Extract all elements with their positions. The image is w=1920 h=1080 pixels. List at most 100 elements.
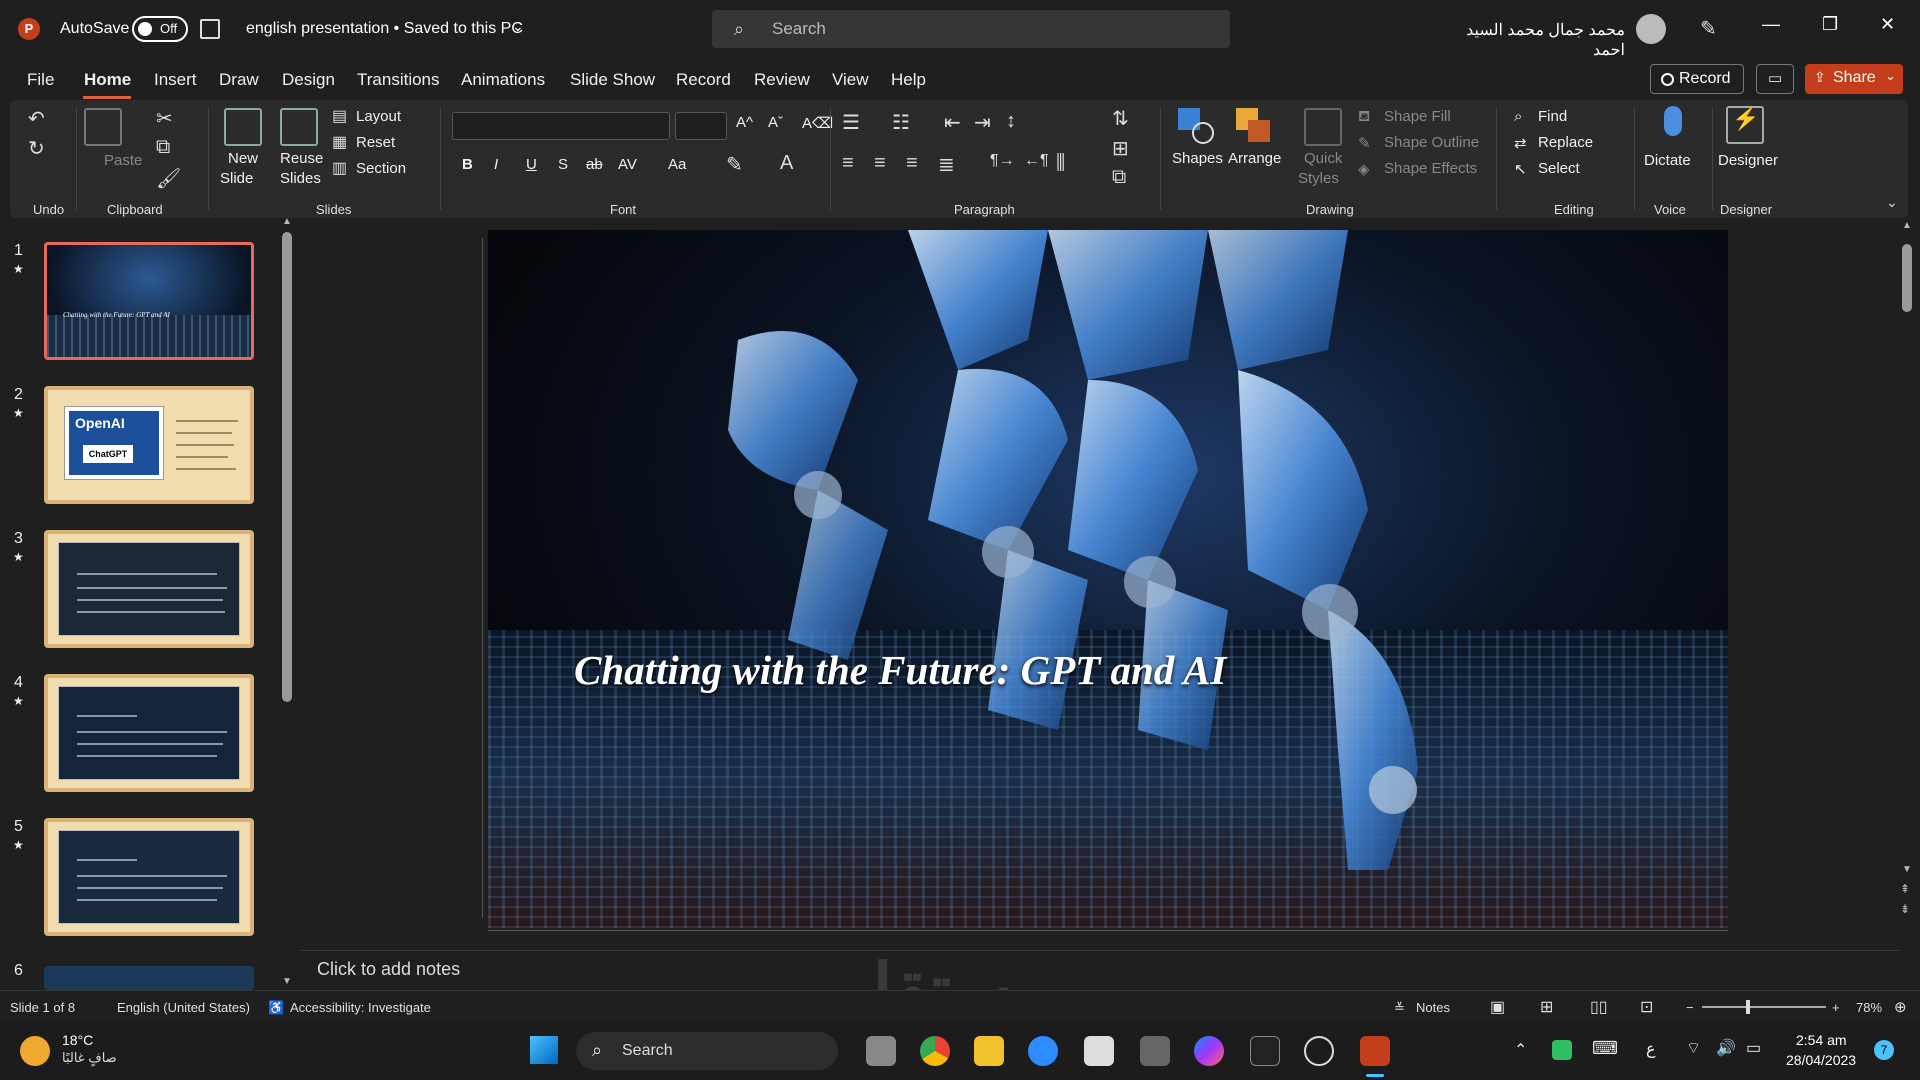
accessibility-status[interactable]: Accessibility: Investigate (290, 1000, 431, 1015)
media-player-icon[interactable] (1304, 1036, 1334, 1066)
tab-insert[interactable]: Insert (154, 70, 197, 90)
save-icon[interactable] (200, 19, 220, 39)
slide-thumbnail-3[interactable] (44, 530, 254, 648)
fit-slide-icon[interactable]: ⊕ (1894, 998, 1907, 1016)
slide-sorter-icon[interactable]: ⊞ (1540, 997, 1553, 1017)
epic-games-icon[interactable] (1250, 1036, 1280, 1066)
align-left-icon[interactable]: ≡ (842, 152, 854, 175)
redo-icon[interactable]: ↻ (28, 136, 45, 161)
quick-styles-icon[interactable] (1304, 108, 1342, 146)
normal-view-icon[interactable]: ▣ (1490, 997, 1505, 1017)
tab-design[interactable]: Design (282, 70, 335, 90)
scroll-down-icon[interactable]: ▼ (1902, 864, 1912, 875)
designer-button[interactable]: Designer (1718, 152, 1778, 169)
decrease-font-icon[interactable]: Aˇ (768, 114, 783, 131)
dictate-button[interactable]: Dictate (1644, 152, 1691, 169)
search-input[interactable]: ⌕ Search (712, 10, 1230, 48)
notes-placeholder[interactable]: Click to add notes (317, 959, 460, 980)
reset-icon[interactable]: ▦ (332, 132, 347, 152)
zoom-level[interactable]: 78% (1856, 1000, 1882, 1015)
temperature[interactable]: 18°C (62, 1032, 93, 1048)
replace-button[interactable]: Replace (1538, 134, 1593, 151)
undo-icon[interactable]: ↶ (28, 106, 45, 131)
new-slide-label-2[interactable]: Slide (220, 170, 253, 187)
zoom-in-icon[interactable]: + (1832, 1000, 1840, 1015)
clock-time[interactable]: 2:54 am (1796, 1032, 1847, 1048)
clear-formatting-icon[interactable]: A⌫ (802, 114, 833, 132)
section-icon[interactable]: ▥ (332, 158, 347, 178)
designer-icon[interactable]: ⚡ (1726, 106, 1764, 144)
slide-thumbnail-2[interactable]: OpenAI ChatGPT (44, 386, 254, 504)
task-view-icon[interactable] (866, 1036, 896, 1066)
arrange-button[interactable]: Arrange (1228, 150, 1281, 167)
pencil-icon[interactable]: ✎ (1358, 134, 1371, 152)
select-button[interactable]: Select (1538, 160, 1580, 177)
replace-icon[interactable]: ⇄ (1514, 134, 1527, 152)
reset-button[interactable]: Reset (356, 134, 395, 151)
microphone-icon[interactable] (1664, 106, 1682, 136)
columns-icon[interactable]: ⫼ (1056, 152, 1065, 175)
strikethrough-button[interactable]: ab (586, 156, 603, 173)
bold-button[interactable]: B (462, 156, 473, 173)
change-case-button[interactable]: Aa (668, 156, 686, 173)
shapes-icon[interactable] (1178, 108, 1216, 146)
numbering-icon[interactable]: ☷ (892, 110, 910, 135)
powerpoint-taskbar-icon[interactable] (1360, 1036, 1390, 1066)
format-painter-icon[interactable]: 🖌 (156, 166, 181, 191)
tab-slide-show[interactable]: Slide Show (570, 70, 655, 90)
copy-icon[interactable]: ⧉ (156, 136, 170, 159)
line-spacing-icon[interactable]: ↕ (1006, 110, 1016, 133)
zoom-icon[interactable] (1028, 1036, 1058, 1066)
paste-label[interactable]: Paste (104, 152, 142, 169)
zoom-out-icon[interactable]: − (1686, 1000, 1694, 1015)
highlight-icon[interactable]: ✎ (726, 152, 743, 177)
slide-position[interactable]: Slide 1 of 8 (10, 1000, 75, 1015)
find-icon[interactable]: ⌕ (1514, 108, 1522, 125)
layout-icon[interactable]: ▤ (332, 106, 347, 126)
justify-icon[interactable]: ≣ (938, 152, 955, 177)
tab-help[interactable]: Help (891, 70, 926, 90)
align-right-icon[interactable]: ≡ (906, 152, 918, 175)
tab-draw[interactable]: Draw (219, 70, 259, 90)
increase-indent-icon[interactable]: ⇥ (974, 110, 991, 135)
tab-transitions[interactable]: Transitions (357, 70, 440, 90)
volume-icon[interactable]: 🔊 (1716, 1038, 1736, 1058)
slide-thumbnail-4[interactable] (44, 674, 254, 792)
language-indicator[interactable]: English (United States) (117, 1000, 250, 1015)
user-name[interactable]: محمد جمال محمد السيد احمد (1440, 20, 1625, 60)
ltr-icon[interactable]: ¶→ (990, 152, 1015, 170)
section-button[interactable]: Section (356, 160, 406, 177)
reading-view-icon[interactable]: ▯▯ (1590, 997, 1608, 1017)
reuse-slides-label[interactable]: Reuse (280, 150, 323, 167)
shapes-button[interactable]: Shapes (1172, 150, 1223, 167)
layout-button[interactable]: Layout (356, 108, 401, 125)
quick-styles-button-2[interactable]: Styles (1298, 170, 1339, 187)
autosave-toggle[interactable]: Off (132, 16, 188, 42)
find-button[interactable]: Find (1538, 108, 1567, 125)
clock-date[interactable]: 28/04/2023 (1786, 1052, 1856, 1068)
document-title[interactable]: english presentation • Saved to this PC (246, 20, 523, 38)
slide-thumbnail-1[interactable]: Chatting with the Future: GPT and AI (44, 242, 254, 360)
slide-thumbnail-6[interactable] (44, 966, 254, 990)
comments-button[interactable]: ▭ (1756, 64, 1794, 94)
shape-effects-button[interactable]: Shape Effects (1384, 160, 1477, 177)
align-text-icon[interactable]: ⊞ (1112, 136, 1129, 161)
chrome-icon[interactable] (920, 1036, 950, 1066)
messenger-icon[interactable] (1194, 1036, 1224, 1066)
pen-icon[interactable]: ✎ (1700, 16, 1717, 41)
chevron-down-icon[interactable]: ⌄ (512, 18, 524, 35)
smartart-icon[interactable]: ⧉ (1112, 166, 1126, 189)
increase-font-icon[interactable]: A^ (736, 114, 753, 131)
notes-pane[interactable]: Click to add notes (300, 950, 1900, 990)
file-explorer-icon[interactable] (974, 1036, 1004, 1066)
thumbnail-scrollbar[interactable] (282, 232, 292, 702)
avatar[interactable] (1636, 14, 1666, 44)
italic-button[interactable]: I (494, 156, 498, 173)
wifi-icon[interactable]: ⌔ (1686, 1038, 1701, 1058)
scroll-up-icon[interactable]: ▲ (282, 216, 292, 227)
paint-bucket-icon[interactable]: ⛾ (1358, 108, 1370, 127)
accessibility-icon[interactable]: ♿ (268, 1000, 284, 1016)
scroll-up-icon[interactable]: ▲ (1902, 220, 1912, 231)
rtl-icon[interactable]: ←¶ (1024, 152, 1049, 170)
shape-fill-button[interactable]: Shape Fill (1384, 108, 1451, 125)
